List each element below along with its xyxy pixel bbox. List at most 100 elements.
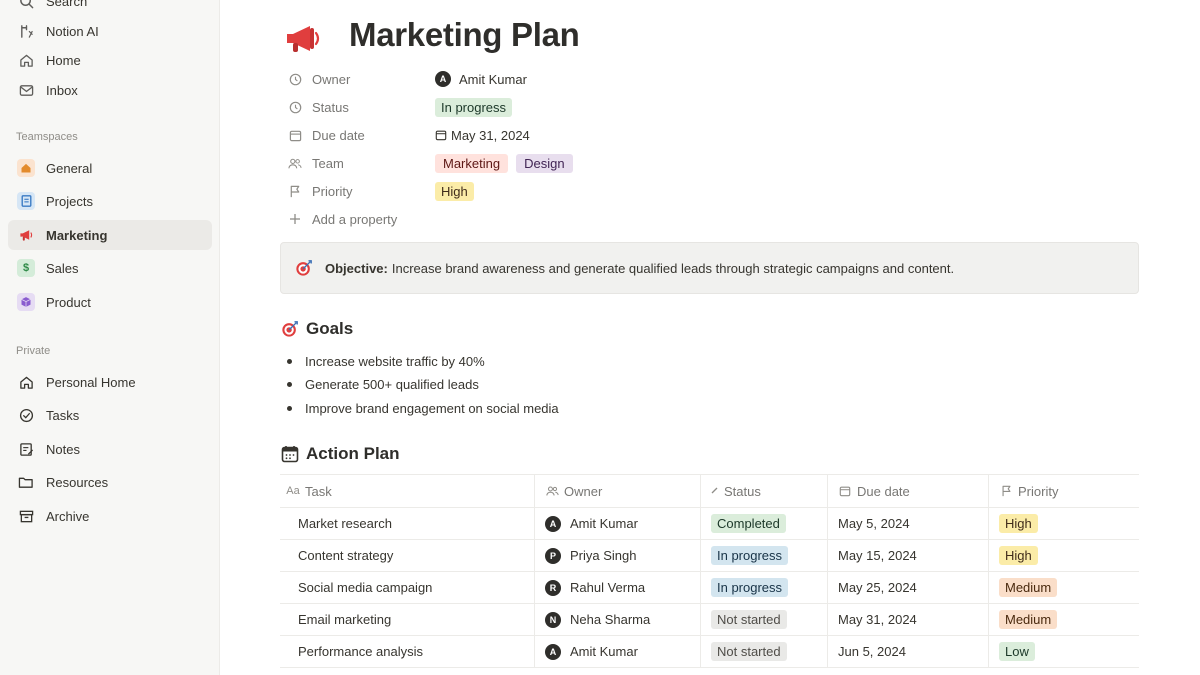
task-cell[interactable]: Content strategy [280,540,535,571]
target-icon [295,259,313,277]
priority-cell[interactable]: High [989,540,1139,571]
home-icon [16,372,36,392]
task-cell[interactable]: Email marketing [280,604,535,635]
property-due-date[interactable]: Due date May 31, 2024 [287,122,987,148]
sidebar-item-projects[interactable]: Projects [8,186,212,216]
list-item[interactable]: Improve brand engagement on social media [287,401,559,416]
inbox-icon [16,80,36,100]
plus-icon [287,211,303,227]
action-plan-heading[interactable]: Action Plan [281,444,400,464]
property-priority[interactable]: Priority High [287,178,987,204]
column-header-status[interactable]: Status [701,475,828,507]
callout-label: Objective: [325,260,388,276]
objective-callout[interactable]: Objective: Increase brand awareness and … [280,242,1139,294]
sidebar-item-sales[interactable]: $ Sales [8,253,212,283]
sidebar-item-home[interactable]: Home [8,45,212,75]
sidebar-item-label: General [46,160,93,176]
sidebar-item-label: Sales [46,260,79,276]
goals-heading[interactable]: Goals [281,319,353,339]
table-row[interactable]: Performance analysis A Amit Kumar Not sta… [280,636,1139,668]
list-item[interactable]: Increase website traffic by 40% [287,354,485,369]
sidebar-item-general[interactable]: General [8,153,212,183]
house-badge-icon [17,159,35,177]
due-date-cell[interactable]: May 5, 2024 [828,508,989,539]
page-title[interactable]: Marketing Plan [349,16,580,54]
sidebar-item-personal-home[interactable]: Personal Home [8,367,212,397]
task-cell[interactable]: Market research [280,508,535,539]
team-tag-marketing: Marketing [435,153,509,173]
owner-cell[interactable]: A Amit Kumar [535,636,701,667]
owner-cell[interactable]: P Priya Singh [535,540,701,571]
flag-icon [287,183,303,199]
goal-text: Increase website traffic by 40% [305,354,485,369]
avatar: N [545,611,561,628]
due-date-cell[interactable]: May 31, 2024 [828,604,989,635]
owner-cell[interactable]: N Neha Sharma [535,604,701,635]
sidebar-item-notion-ai[interactable]: Notion AI [8,16,212,46]
sidebar-item-search[interactable]: Search [8,0,212,16]
status-badge: In progress [711,578,789,597]
property-status[interactable]: Status In progress [287,94,987,120]
table-row[interactable]: Social media campaign R Rahul Verma In pr… [280,572,1139,604]
sidebar-item-archive[interactable]: Archive [8,501,212,531]
megaphone-icon[interactable] [283,18,323,58]
sidebar: Search Notion AI Home Inbox Teamspaces G… [0,0,220,675]
sidebar-item-marketing[interactable]: Marketing [8,220,212,250]
property-label: Team [312,155,344,171]
task-cell[interactable]: Performance analysis [280,636,535,667]
page-content: Marketing Plan Owner A Amit Kumar Status… [221,0,1200,675]
status-badge: Not started [711,610,787,629]
sidebar-item-tasks[interactable]: Tasks [8,400,212,430]
column-header-priority[interactable]: Priority [989,475,1139,507]
property-team[interactable]: Team Marketing Design [287,150,987,176]
due-date-cell[interactable]: May 25, 2024 [828,572,989,603]
sidebar-item-label: Product [46,294,91,310]
priority-cell[interactable]: High [989,508,1139,539]
sidebar-item-label: Search [46,0,88,9]
check-circle-icon [16,405,36,425]
priority-cell[interactable]: Medium [989,572,1139,603]
priority-cell[interactable]: Medium [989,604,1139,635]
owner-cell[interactable]: R Rahul Verma [535,572,701,603]
status-type-icon [711,484,719,498]
property-label: Due date [312,127,365,143]
priority-cell[interactable]: Low [989,636,1139,667]
property-owner[interactable]: Owner A Amit Kumar [287,66,987,92]
property-label: Priority [312,183,353,199]
owner-value: Amit Kumar [459,71,527,87]
sidebar-item-resources[interactable]: Resources [8,467,212,497]
list-item[interactable]: Generate 500+ qualified leads [287,377,479,392]
status-cell[interactable]: Not started [701,604,828,635]
status-cell[interactable]: Not started [701,636,828,667]
megaphone-icon [16,225,36,245]
column-header-owner[interactable]: Owner [535,475,701,507]
status-badge: In progress [711,546,789,565]
status-cell[interactable]: In progress [701,540,828,571]
sidebar-item-product[interactable]: Product [8,287,212,317]
due-date-cell[interactable]: May 15, 2024 [828,540,989,571]
sidebar-item-notes[interactable]: Notes [8,434,212,464]
table-row[interactable]: Market research A Amit Kumar Completed Ma… [280,508,1139,540]
owner-cell[interactable]: A Amit Kumar [535,508,701,539]
avatar: A [435,71,451,87]
sidebar-item-inbox[interactable]: Inbox [8,75,212,105]
heading-text: Action Plan [306,444,400,463]
column-header-task[interactable]: Aa Task [280,475,535,507]
column-header-due-date[interactable]: Due date [828,475,989,507]
add-property-button[interactable]: Add a property [287,206,987,232]
clock-icon [287,71,303,87]
priority-badge: Low [999,642,1035,661]
table-row[interactable]: Email marketing N Neha Sharma Not started… [280,604,1139,636]
action-plan-table: Aa Task Owner Status Due date Priority M… [280,474,1139,668]
status-cell[interactable]: Completed [701,508,828,539]
document-badge-icon [17,192,35,210]
priority-badge: High [999,514,1038,533]
table-row[interactable]: Content strategy P Priya Singh In progres… [280,540,1139,572]
priority-badge: High [435,181,474,201]
home-icon [16,50,36,70]
property-label: Status [312,99,349,115]
priority-badge: High [999,546,1038,565]
status-cell[interactable]: In progress [701,572,828,603]
task-cell[interactable]: Social media campaign [280,572,535,603]
due-date-cell[interactable]: Jun 5, 2024 [828,636,989,667]
